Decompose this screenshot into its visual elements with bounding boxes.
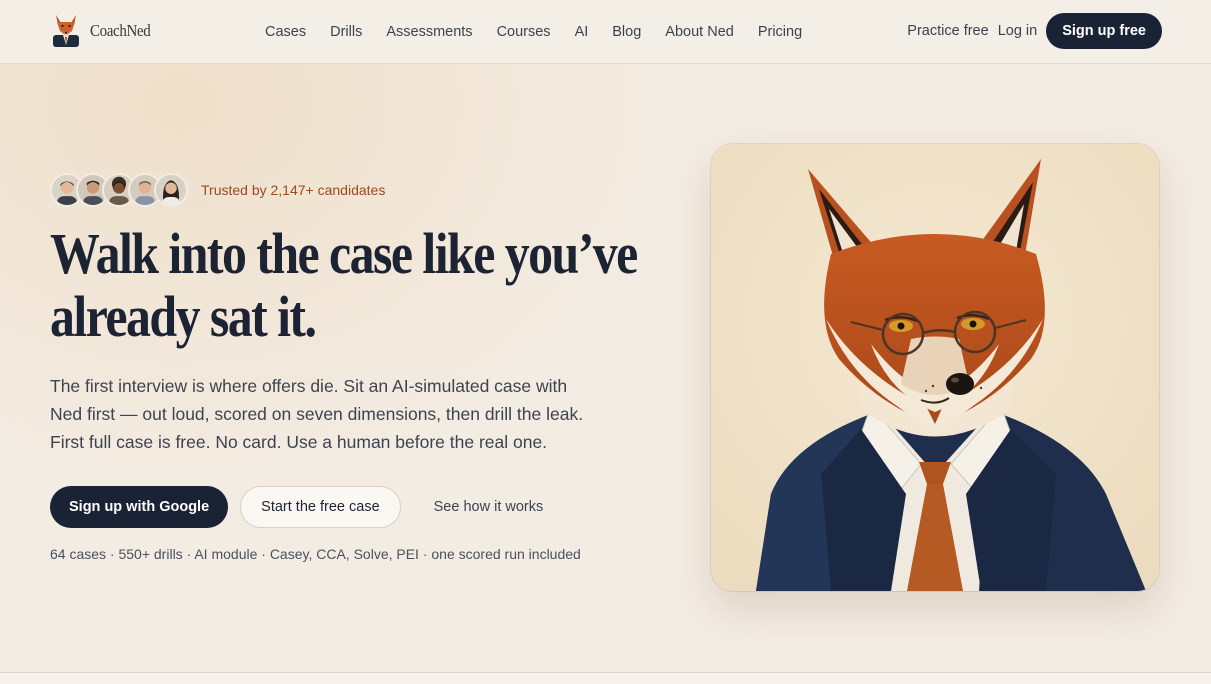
brand-logo[interactable]: CoachNed [50, 13, 159, 47]
subtext-line-2: Ned first — out loud, scored on seven di… [50, 404, 584, 424]
practice-free-link[interactable]: Practice free [907, 23, 988, 39]
headline-line-2: already sat it. [50, 284, 317, 349]
signup-button[interactable]: Sign up free [1046, 13, 1162, 49]
nav-drills[interactable]: Drills [330, 24, 362, 40]
see-how-it-works-link[interactable]: See how it works [434, 499, 544, 515]
brand-name: CoachNed [90, 20, 151, 40]
section-divider [0, 672, 1211, 684]
avatar-group [50, 173, 188, 207]
nav-ai[interactable]: AI [575, 24, 589, 40]
fox-logo-icon [53, 15, 79, 47]
nav-pricing[interactable]: Pricing [758, 24, 802, 40]
signup-google-button[interactable]: Sign up with Google [50, 486, 229, 528]
login-link[interactable]: Log in [998, 23, 1038, 39]
nav-blog[interactable]: Blog [612, 24, 641, 40]
nav-about-ned[interactable]: About Ned [665, 24, 734, 40]
fox-in-suit-illustration [711, 144, 1159, 591]
nav-cases[interactable]: Cases [265, 24, 306, 40]
hero-subtext: The first interview is where offers die.… [50, 372, 630, 456]
subtext-line-3: First full case is free. No card. Use a … [50, 432, 548, 452]
hero-illustration-card [711, 144, 1159, 591]
subtext-line-1: The first interview is where offers die.… [50, 376, 568, 396]
header-actions: Practice free Log in Sign up free [907, 13, 1162, 49]
nav-assessments[interactable]: Assessments [386, 24, 472, 40]
avatar [154, 173, 188, 207]
nav-courses[interactable]: Courses [497, 24, 551, 40]
cta-row: Sign up with Google Start the free case … [50, 486, 543, 528]
trust-row: Trusted by 2,147+ candidates [50, 173, 385, 207]
headline-line-1: Walk into the case like you’ve [50, 221, 638, 286]
hero-stats: 64 cases · 550+ drills · AI module · Cas… [50, 546, 581, 562]
trust-text: Trusted by 2,147+ candidates [201, 182, 386, 198]
hero-headline: Walk into the case like you’ve already s… [50, 222, 652, 348]
main-nav: Cases Drills Assessments Courses AI Blog… [265, 0, 826, 63]
start-free-case-button[interactable]: Start the free case [240, 486, 401, 528]
site-header: CoachNed Cases Drills Assessments Course… [0, 0, 1211, 64]
